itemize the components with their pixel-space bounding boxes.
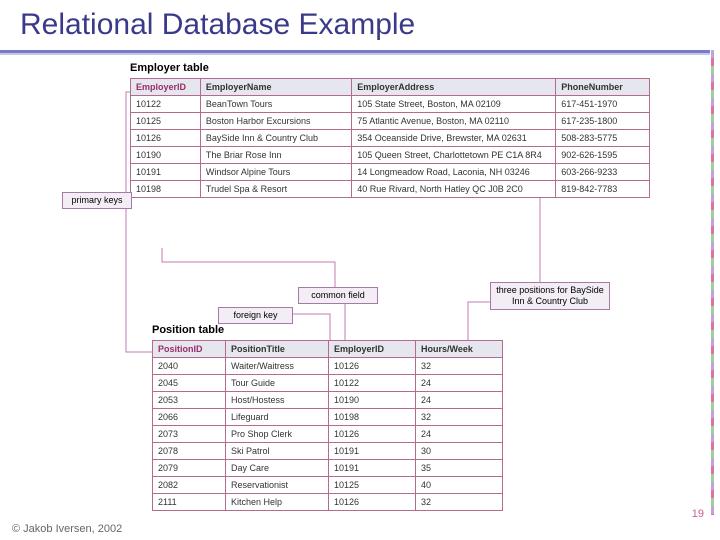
table-row: 2078Ski Patrol1019130 bbox=[153, 443, 503, 460]
label-common-field: common field bbox=[298, 287, 378, 304]
col-phone-number: PhoneNumber bbox=[556, 79, 650, 96]
position-table-title: Position table bbox=[152, 324, 224, 336]
table-row: 10122BeanTown Tours105 State Street, Bos… bbox=[131, 96, 650, 113]
label-three-positions: three positions for BaySide Inn & Countr… bbox=[490, 282, 610, 310]
table-row: 2045Tour Guide1012224 bbox=[153, 375, 503, 392]
diagram-figure: Employer table EmployerID EmployerName E… bbox=[70, 62, 650, 482]
title-underline bbox=[0, 50, 710, 53]
col-hours-week: Hours/Week bbox=[416, 341, 503, 358]
table-row: 2079Day Care1019135 bbox=[153, 460, 503, 477]
page-number: 19 bbox=[692, 508, 704, 520]
label-primary-keys: primary keys bbox=[62, 192, 132, 209]
position-table-header: PositionID PositionTitle EmployerID Hour… bbox=[153, 341, 503, 358]
col-employer-id: EmployerID bbox=[131, 79, 201, 96]
decorative-stripe bbox=[711, 50, 714, 515]
slide: Relational Database Example Employer tab… bbox=[0, 0, 720, 540]
position-table: PositionID PositionTitle EmployerID Hour… bbox=[152, 340, 503, 511]
employer-table-header: EmployerID EmployerName EmployerAddress … bbox=[131, 79, 650, 96]
table-row: 10191Windsor Alpine Tours14 Longmeadow R… bbox=[131, 164, 650, 181]
table-row: 2066Lifeguard1019832 bbox=[153, 409, 503, 426]
employer-table: EmployerID EmployerName EmployerAddress … bbox=[130, 78, 650, 198]
table-row: 2111Kitchen Help1012632 bbox=[153, 494, 503, 511]
employer-table-title: Employer table bbox=[130, 62, 209, 74]
col-employer-name: EmployerName bbox=[200, 79, 351, 96]
table-row: 2082Reservationist1012540 bbox=[153, 477, 503, 494]
table-row: 10126BaySide Inn & Country Club354 Ocean… bbox=[131, 130, 650, 147]
label-foreign-key: foreign key bbox=[218, 307, 293, 324]
table-row: 10190The Briar Rose Inn105 Queen Street,… bbox=[131, 147, 650, 164]
col-position-title: PositionTitle bbox=[226, 341, 329, 358]
table-row: 10198Trudel Spa & Resort40 Rue Rivard, N… bbox=[131, 181, 650, 198]
page-title: Relational Database Example bbox=[20, 8, 415, 42]
col-employer-id-fk: EmployerID bbox=[329, 341, 416, 358]
table-row: 2040Waiter/Waitress1012632 bbox=[153, 358, 503, 375]
col-employer-address: EmployerAddress bbox=[352, 79, 556, 96]
footer-copyright: © Jakob Iversen, 2002 bbox=[12, 523, 122, 535]
table-row: 2073Pro Shop Clerk1012624 bbox=[153, 426, 503, 443]
table-row: 2053Host/Hostess1019024 bbox=[153, 392, 503, 409]
col-position-id: PositionID bbox=[153, 341, 226, 358]
table-row: 10125Boston Harbor Excursions75 Atlantic… bbox=[131, 113, 650, 130]
